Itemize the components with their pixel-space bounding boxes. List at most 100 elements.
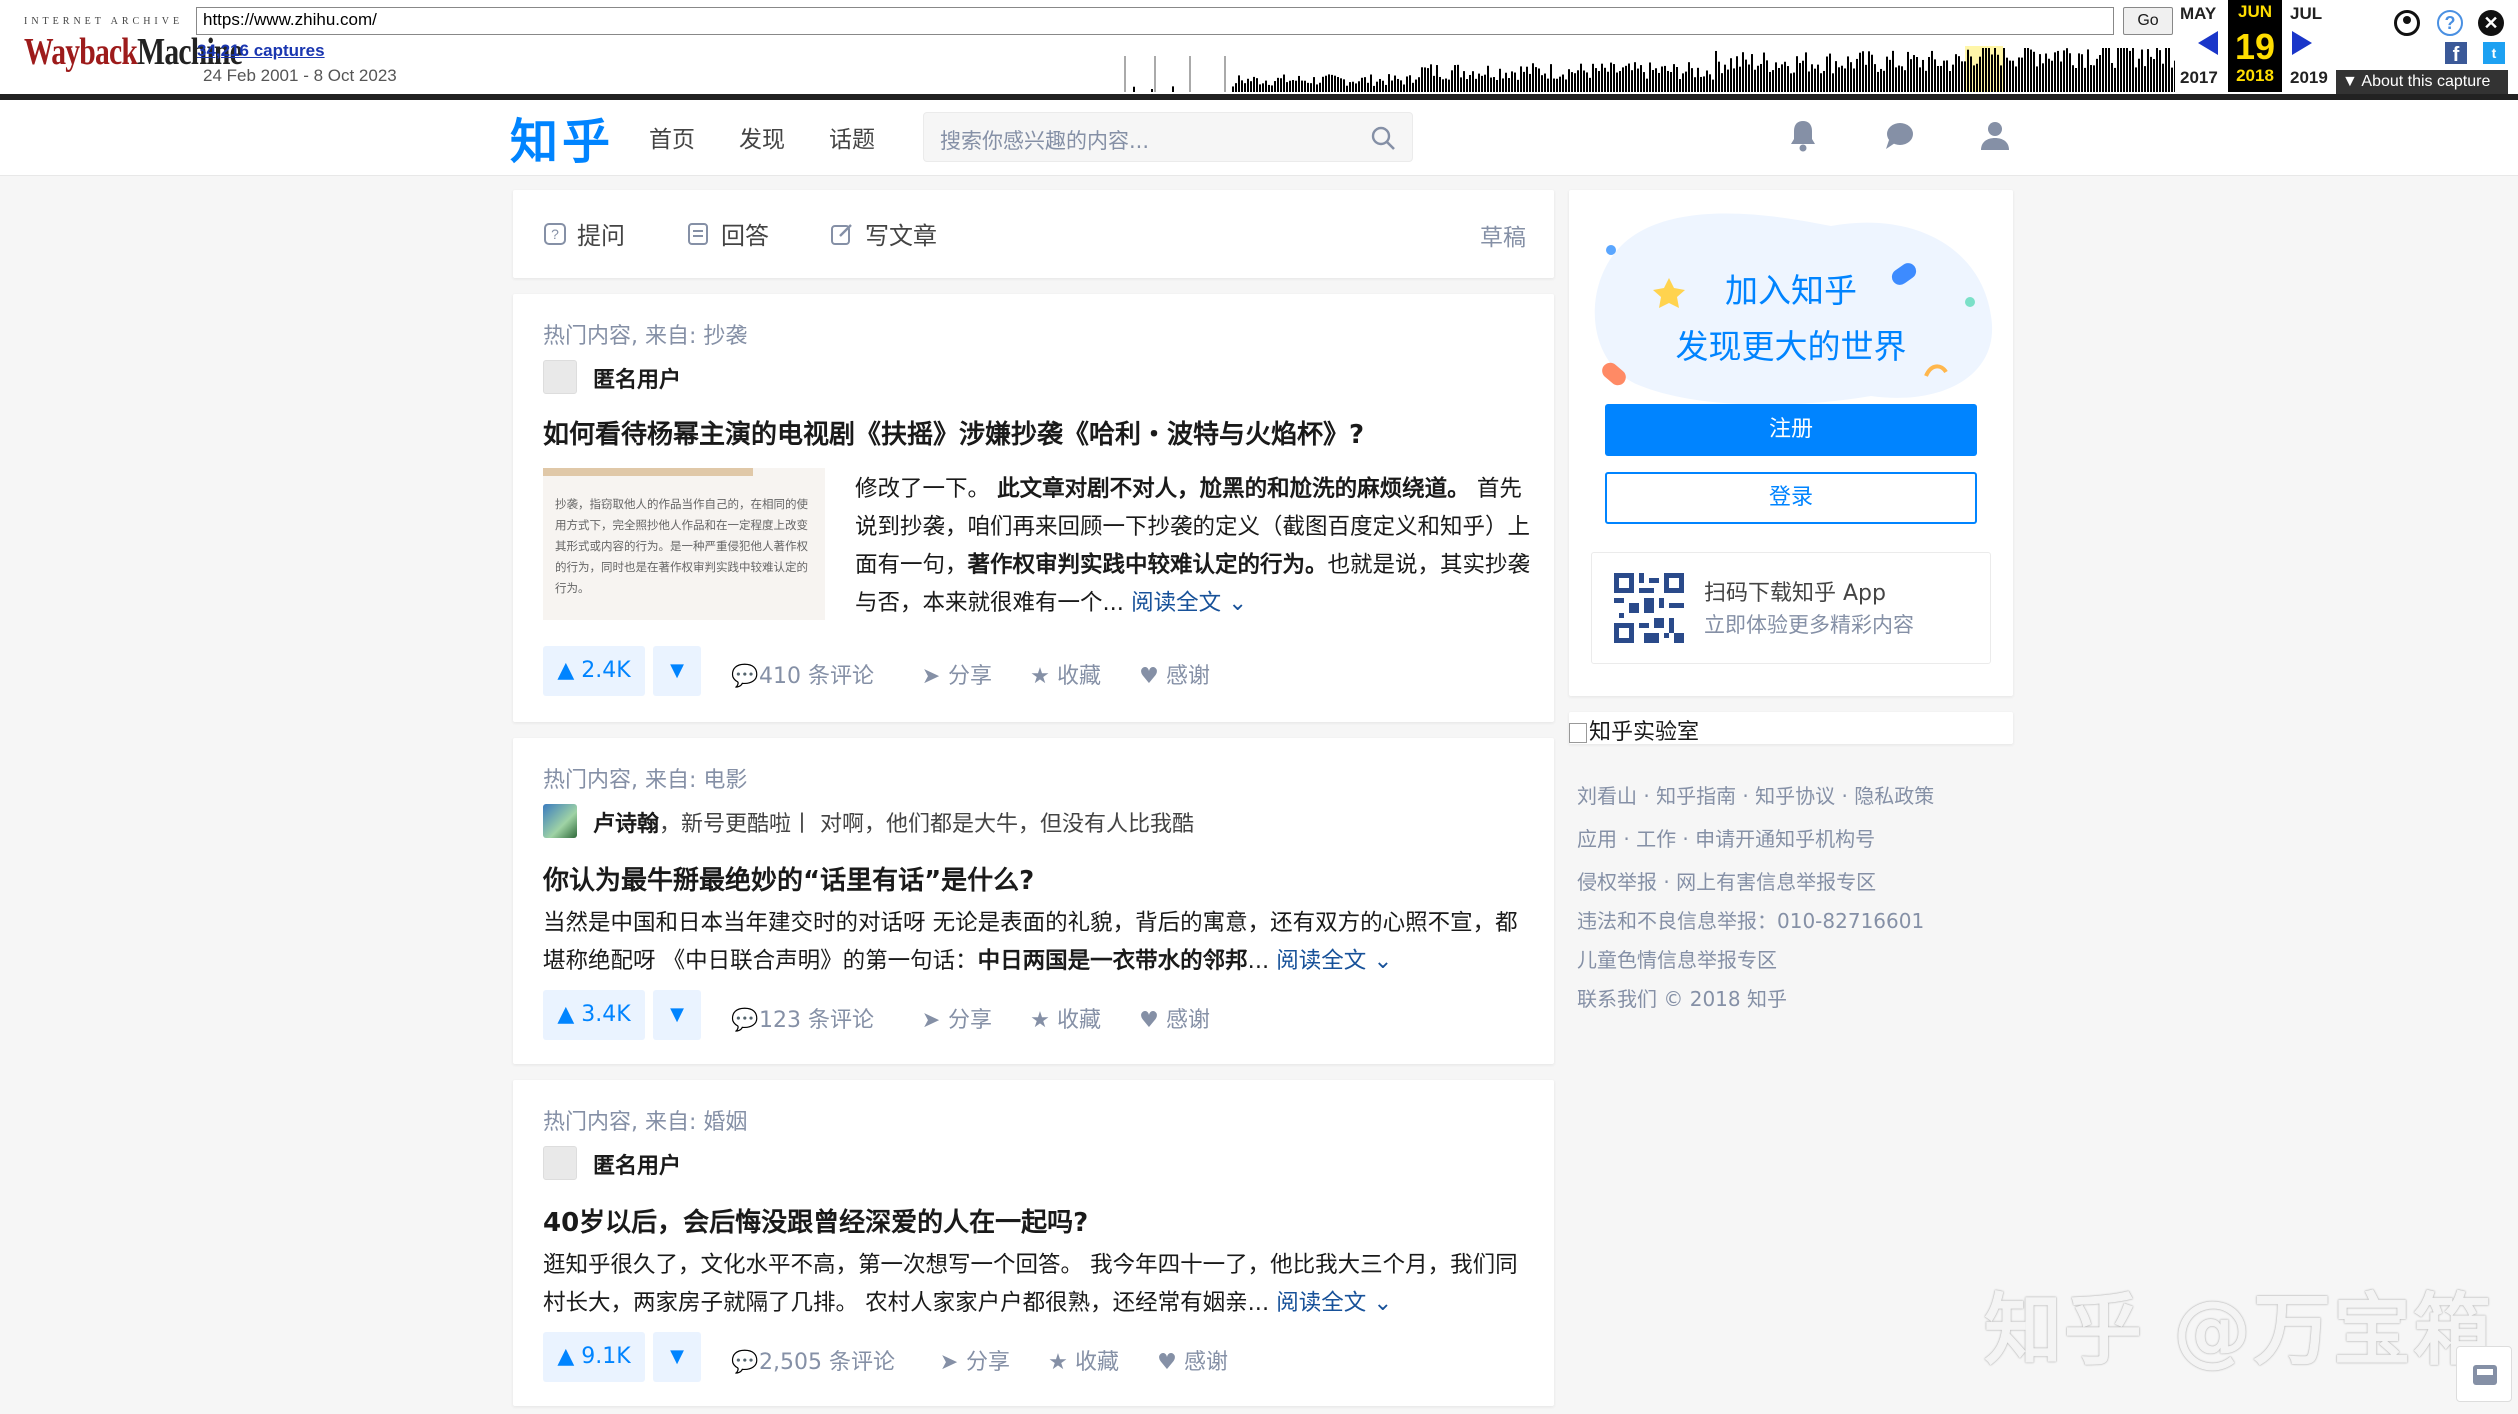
app-download-title: 扫码下载知乎 App: [1704, 581, 1886, 606]
read-more-link[interactable]: 阅读全文 ⌄: [1131, 590, 1247, 616]
wayback-toolbar: INTERNET ARCHIVE WaybackMachine https://…: [0, 0, 2518, 100]
favorite-button[interactable]: ★ 收藏: [1047, 1344, 1119, 1376]
drafts-link[interactable]: 草稿: [1480, 218, 1526, 252]
search-input[interactable]: 搜索你感兴趣的内容...: [923, 112, 1413, 162]
footer-copyright: 联系我们 © 2018 知乎: [1577, 987, 1787, 1011]
message-icon[interactable]: [1879, 116, 1919, 156]
favorite-label: 收藏: [1075, 1350, 1120, 1375]
author-name[interactable]: 匿名用户: [593, 1148, 681, 1180]
downvote-button[interactable]: ▼: [653, 990, 701, 1040]
comment-icon: 💬: [731, 1350, 759, 1375]
feed-source: 热门内容, 来自: 抄袭: [543, 324, 748, 349]
answer-icon: [688, 223, 708, 245]
inbox-icon: [2473, 1365, 2497, 1385]
avatar[interactable]: [543, 804, 577, 838]
wayback-go-button[interactable]: Go: [2123, 7, 2173, 35]
question-icon: ?: [544, 223, 566, 245]
upvote-button[interactable]: ▲ 9.1K: [543, 1332, 645, 1382]
read-more-link[interactable]: 阅读全文 ⌄: [1276, 1290, 1392, 1316]
upvote-button[interactable]: ▲ 2.4K: [543, 646, 645, 696]
comments-label: 123 条评论: [759, 1008, 874, 1033]
back-to-top-button[interactable]: [2456, 1346, 2512, 1402]
wayback-about-capture-button[interactable]: ▼ About this capture: [2336, 70, 2508, 94]
nav-explore[interactable]: 发现: [739, 120, 785, 154]
twitter-icon[interactable]: t: [2483, 42, 2505, 64]
answer-excerpt[interactable]: 当然是中国和日本当年建交时的对话呀 无论是表面的礼貌，背后的寓意，还有双方的心照…: [543, 904, 1533, 980]
comments-button[interactable]: 💬123 条评论: [731, 1002, 874, 1034]
comments-button[interactable]: 💬2,505 条评论: [731, 1344, 895, 1376]
share-label: 分享: [948, 664, 993, 689]
share-icon: ➤: [921, 664, 941, 689]
excerpt-bold: 中日两国是一衣带水的邻邦: [977, 948, 1248, 974]
wayback-current-year: 2018: [2236, 66, 2274, 85]
footer-links-2[interactable]: 应用 · 工作 · 申请开通知乎机构号: [1577, 823, 1875, 852]
comments-button[interactable]: 💬410 条评论: [731, 658, 874, 690]
thanks-button[interactable]: ♥ 感谢: [1156, 1344, 1228, 1376]
wayback-prev-month[interactable]: MAY: [2180, 4, 2216, 24]
upvote-button[interactable]: ▲ 3.4K: [543, 990, 645, 1040]
register-button[interactable]: 注册: [1605, 404, 1977, 456]
wayback-captures-link[interactable]: 34,216 captures: [197, 41, 325, 61]
footer-links-3[interactable]: 侵权举报 · 网上有害信息举报专区: [1577, 866, 1876, 895]
wayback-prev-year[interactable]: 2017: [2180, 68, 2218, 88]
wayback-next-arrow-icon[interactable]: [2292, 31, 2312, 55]
wayback-capture-sparkline[interactable]: [1115, 46, 2175, 92]
bell-icon[interactable]: [1783, 116, 1823, 156]
share-button[interactable]: ➤ 分享: [920, 1002, 992, 1034]
wayback-help-icon[interactable]: ?: [2437, 10, 2463, 36]
share-button[interactable]: ➤ 分享: [938, 1344, 1010, 1376]
writer-bar: ? 提问 回答 写文章 草稿: [513, 190, 1554, 278]
wayback-logo-word-1: Wayback: [24, 31, 138, 73]
avatar[interactable]: [543, 360, 577, 394]
footer-links-1[interactable]: 刘看山 · 知乎指南 · 知乎协议 · 隐私政策: [1577, 780, 1934, 809]
comments-label: 410 条评论: [759, 664, 874, 689]
downvote-button[interactable]: ▼: [653, 1332, 701, 1382]
favorite-button[interactable]: ★ 收藏: [1029, 1002, 1101, 1034]
excerpt-part: 修改了一下。: [855, 476, 991, 502]
heart-icon: ♥: [1139, 664, 1159, 689]
answer-excerpt[interactable]: 逛知乎很久了，文化水平不高，第一次想写一个回答。 我今年四十一了，他比我大三个月…: [543, 1246, 1533, 1322]
wayback-next-year[interactable]: 2019: [2290, 68, 2328, 88]
author-name[interactable]: 卢诗翰，新号更酷啦丨 对啊，他们都是大牛，但没有人比我酷: [593, 806, 1194, 838]
star-icon: ★: [1030, 664, 1050, 689]
thanks-button[interactable]: ♥ 感谢: [1138, 658, 1210, 690]
write-article-button[interactable]: 写文章: [865, 216, 937, 251]
downvote-button[interactable]: ▼: [653, 646, 701, 696]
thanks-button[interactable]: ♥ 感谢: [1138, 1002, 1210, 1034]
share-icon: ➤: [939, 1350, 959, 1375]
wayback-next-month[interactable]: JUL: [2290, 4, 2322, 24]
answer-excerpt[interactable]: 修改了一下。 此文章对剧不对人，尬黑的和尬洗的麻烦绕道。 首先说到抄袭，咱们再来…: [855, 470, 1535, 622]
question-title[interactable]: 如何看待杨幂主演的电视剧《扶摇》涉嫌抄袭《哈利・波特与火焰杯》?: [543, 414, 1364, 451]
profile-icon[interactable]: [1975, 116, 2015, 156]
zhihu-lab-alt: 知乎实验室: [1569, 714, 1699, 746]
ask-button[interactable]: 提问: [577, 216, 625, 251]
share-button[interactable]: ➤ 分享: [920, 658, 992, 690]
wayback-close-icon[interactable]: ✕: [2478, 10, 2504, 36]
share-label: 分享: [966, 1350, 1011, 1375]
wayback-prev-arrow-icon[interactable]: [2198, 31, 2218, 55]
comments-label: 2,505 条评论: [759, 1350, 895, 1375]
favorite-button[interactable]: ★ 收藏: [1029, 658, 1101, 690]
wayback-user-icon[interactable]: [2394, 10, 2420, 36]
join-zhihu-card: 加入知乎 发现更大的世界 注册 登录 扫码下载知乎 App 立即体验更多精彩内容: [1569, 190, 2013, 696]
question-title[interactable]: 你认为最牛掰最绝妙的“话里有话”是什么?: [543, 860, 1034, 897]
login-button[interactable]: 登录: [1605, 472, 1977, 524]
watermark: 知乎 @万宝箱: [1984, 1286, 2494, 1376]
feed-source: 热门内容, 来自: 婚姻: [543, 1110, 748, 1135]
answer-button[interactable]: 回答: [721, 216, 769, 251]
facebook-icon[interactable]: f: [2445, 42, 2467, 66]
read-more-link[interactable]: 阅读全文 ⌄: [1276, 948, 1392, 974]
author-name[interactable]: 匿名用户: [593, 362, 681, 394]
question-title[interactable]: 40岁以后，会后悔没跟曾经深爱的人在一起吗?: [543, 1202, 1088, 1239]
app-download-box[interactable]: 扫码下载知乎 App 立即体验更多精彩内容: [1591, 552, 1991, 664]
star-icon: ★: [1030, 1008, 1050, 1033]
wayback-url-input[interactable]: https://www.zhihu.com/: [196, 7, 2114, 35]
nav-topics[interactable]: 话题: [829, 120, 875, 154]
footer-links-5[interactable]: 儿童色情信息举报专区: [1577, 944, 1777, 973]
nav-home[interactable]: 首页: [649, 120, 695, 154]
zhihu-logo[interactable]: 知乎: [510, 102, 614, 172]
search-icon[interactable]: [1370, 125, 1396, 151]
avatar[interactable]: [543, 1146, 577, 1180]
zhihu-lab-banner[interactable]: 知乎实验室: [1569, 712, 2013, 746]
answer-thumbnail[interactable]: 抄袭，指窃取他人的作品当作自己的，在相同的使用方式下，完全照抄他人作品和在一定程…: [543, 468, 825, 620]
